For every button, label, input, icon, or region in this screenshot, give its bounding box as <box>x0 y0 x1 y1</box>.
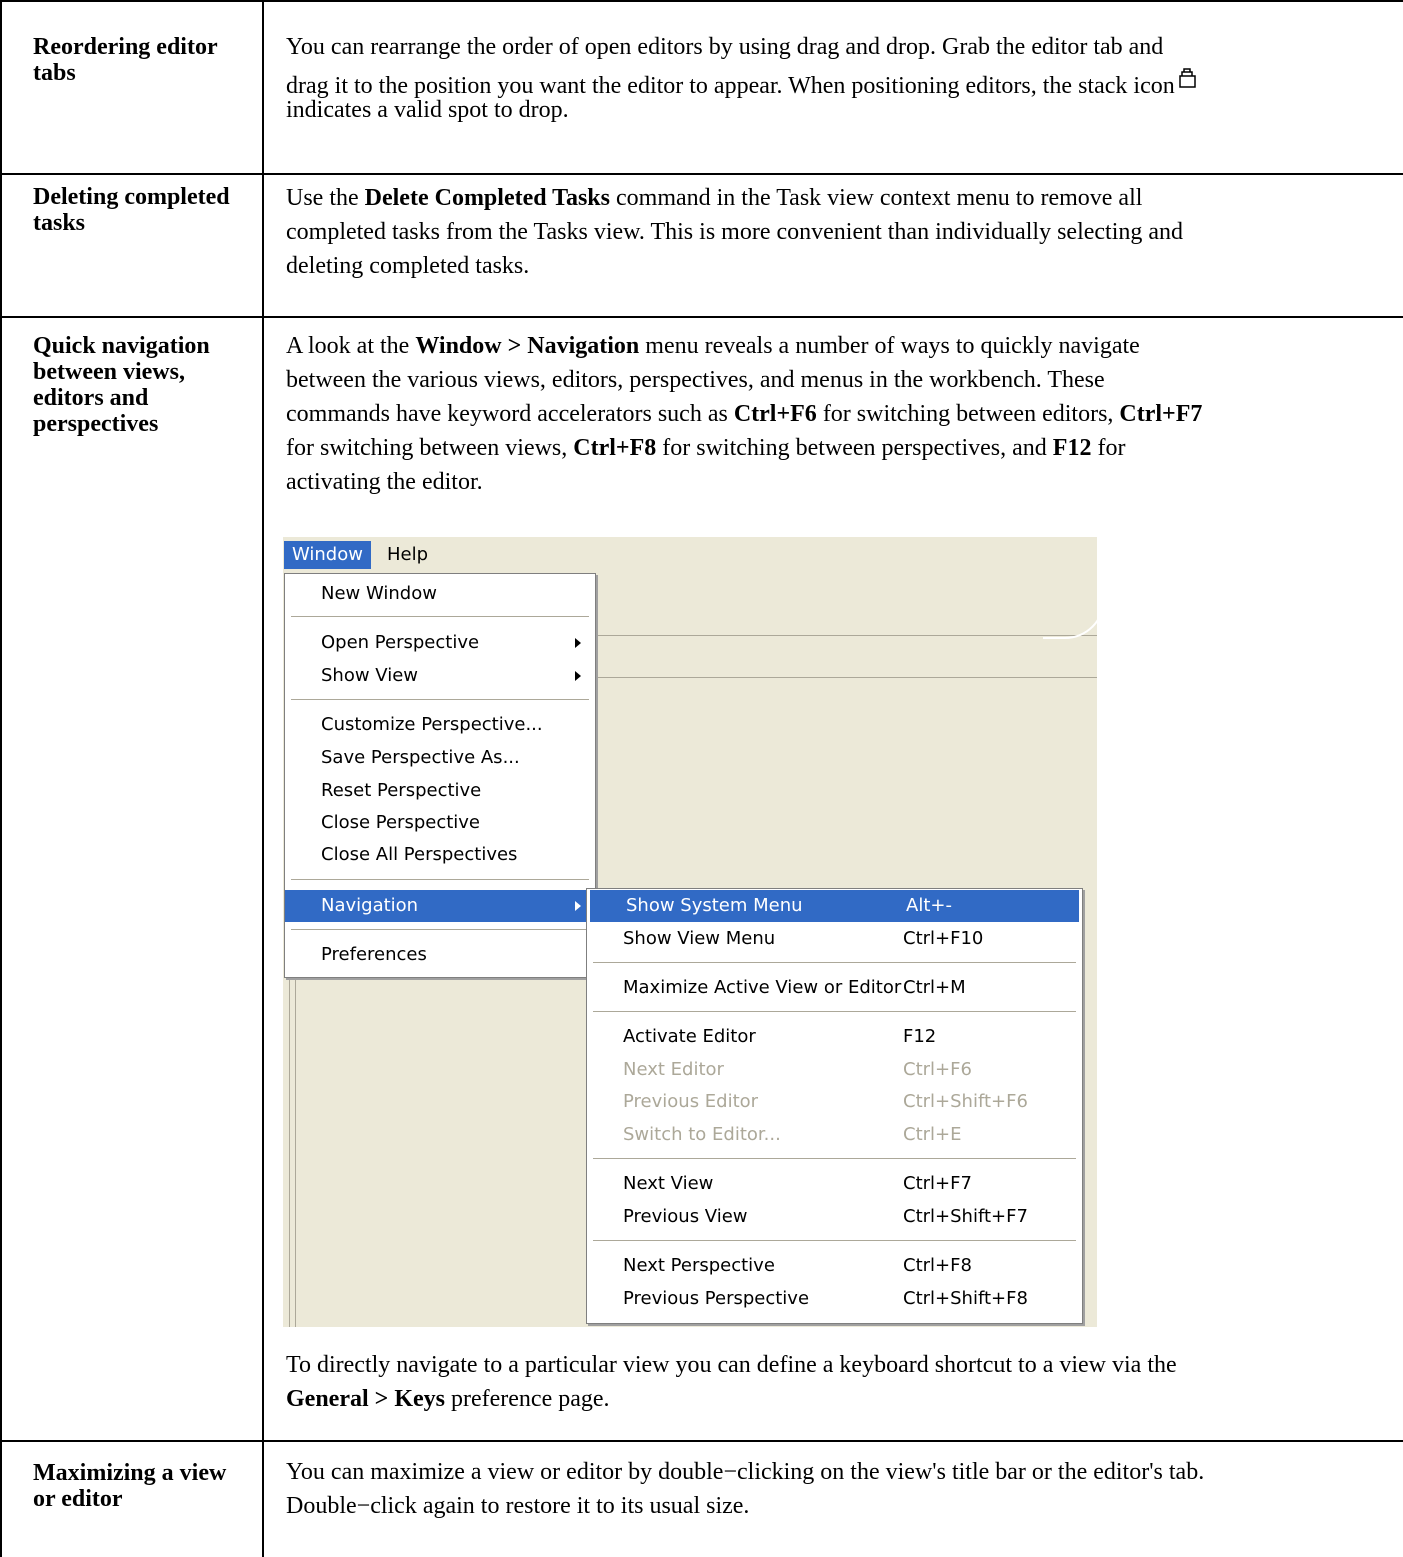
menu-item-navigation[interactable]: Navigation <box>285 890 595 922</box>
menu-item-switch-to-editor: Switch to Editor... Ctrl+E <box>623 1124 962 1145</box>
desc-quick-navigation: A look at the Window > Navigation menu r… <box>286 329 1403 499</box>
desc-line: You can rearrange the order of open edit… <box>286 34 1164 60</box>
menu-window[interactable]: Window <box>284 541 371 569</box>
menu-bar: Window Help <box>283 537 1097 571</box>
desc-maximizing-view: You can maximize a view or editor by dou… <box>286 1455 1403 1523</box>
submenu-arrow-icon <box>575 901 581 911</box>
desc-deleting-completed-tasks: Use the Delete Completed Tasks command i… <box>286 181 1403 283</box>
menu-item-previous-editor: Previous Editor Ctrl+Shift+F6 <box>623 1091 1028 1112</box>
menu-item-next-editor: Next Editor Ctrl+F6 <box>623 1059 972 1080</box>
menu-separator <box>291 929 589 931</box>
desc-line: activating the editor. <box>286 469 483 495</box>
row-divider <box>0 173 1403 175</box>
background-line <box>593 677 1097 678</box>
menu-separator <box>593 1240 1076 1242</box>
desc-line: You can maximize a view or editor by dou… <box>286 1459 1205 1485</box>
window-menu-screenshot: Window Help New Window Open Perspective … <box>283 537 1097 1327</box>
menu-item-new-window[interactable]: New Window <box>285 578 595 610</box>
menu-item-next-perspective[interactable]: Next Perspective Ctrl+F8 <box>587 1250 1082 1282</box>
menu-item-close-perspective[interactable]: Close Perspective <box>285 807 595 839</box>
term-maximizing-view: Maximizing a view or editor <box>33 1460 227 1512</box>
desc-line: Double−click again to restore it to its … <box>286 1493 750 1519</box>
menu-separator <box>593 962 1076 964</box>
term-reordering-editor-tabs: Reordering editor tabs <box>33 34 218 86</box>
background-curve <box>1043 577 1097 639</box>
menu-item-reset-perspective[interactable]: Reset Perspective <box>285 775 595 807</box>
menu-item-previous-view[interactable]: Previous View Ctrl+Shift+F7 <box>587 1201 1082 1233</box>
menu-separator <box>593 1158 1076 1160</box>
row-divider <box>0 1440 1403 1442</box>
row-divider <box>0 316 1403 318</box>
desc-line: between the various views, editors, pers… <box>286 367 1105 393</box>
menu-item-show-system-menu[interactable]: Show System Menu Alt+- <box>590 890 1079 922</box>
menu-item-next-view[interactable]: Next View Ctrl+F7 <box>587 1168 1082 1200</box>
column-divider <box>262 0 264 1557</box>
menu-item-open-perspective[interactable]: Open Perspective <box>285 627 595 659</box>
menu-help[interactable]: Help <box>379 541 436 569</box>
desc-quick-navigation-after: To directly navigate to a particular vie… <box>286 1348 1403 1416</box>
menu-item-save-perspective-as[interactable]: Save Perspective As... <box>285 742 595 774</box>
submenu-arrow-icon <box>575 638 581 648</box>
desc-reordering-editor-tabs: You can rearrange the order of open edit… <box>286 30 1403 127</box>
term-quick-navigation: Quick navigation between views, editors … <box>33 333 210 437</box>
table-border-top <box>0 0 1403 2</box>
menu-separator <box>593 1011 1076 1013</box>
window-menu: New Window Open Perspective Show View Cu… <box>284 573 596 978</box>
desc-line: completed tasks from the Tasks view. Thi… <box>286 219 1184 245</box>
background-line <box>295 977 296 1327</box>
menu-item-previous-perspective[interactable]: Previous Perspective Ctrl+Shift+F8 <box>587 1283 1082 1315</box>
menu-item-show-view[interactable]: Show View <box>285 660 595 692</box>
menu-item-activate-editor[interactable]: Activate Editor F12 <box>587 1021 1082 1053</box>
table-border-left <box>0 0 2 1557</box>
background-line <box>593 635 1097 636</box>
menu-item-customize-perspective[interactable]: Customize Perspective... <box>285 709 595 741</box>
menu-item-maximize-active[interactable]: Maximize Active View or Editor Ctrl+M <box>587 972 1082 1004</box>
desc-line: A look at the Window > Navigation menu r… <box>286 333 1140 359</box>
menu-separator <box>291 699 589 701</box>
menu-item-preferences[interactable]: Preferences <box>285 939 595 971</box>
desc-line: commands have keyword accelerators such … <box>286 401 1203 427</box>
desc-line: deleting completed tasks. <box>286 253 530 279</box>
submenu-arrow-icon <box>575 671 581 681</box>
navigation-submenu: Show System Menu Alt+- Show View Menu Ctrl… <box>586 888 1083 1324</box>
menu-item-close-all-perspectives[interactable]: Close All Perspectives <box>285 839 595 871</box>
menu-separator <box>291 879 589 881</box>
desc-line: General > Keys preference page. <box>286 1386 610 1412</box>
term-deleting-completed-tasks: Deleting completed tasks <box>33 184 230 236</box>
menu-separator <box>291 616 589 618</box>
desc-line: for switching between views, Ctrl+F8 for… <box>286 435 1126 461</box>
stack-icon <box>1178 64 1197 88</box>
desc-line: To directly navigate to a particular vie… <box>286 1352 1177 1378</box>
background-line <box>289 977 290 1327</box>
menu-item-show-view-menu[interactable]: Show View Menu Ctrl+F10 <box>587 923 1082 955</box>
desc-line: Use the Delete Completed Tasks command i… <box>286 185 1143 211</box>
